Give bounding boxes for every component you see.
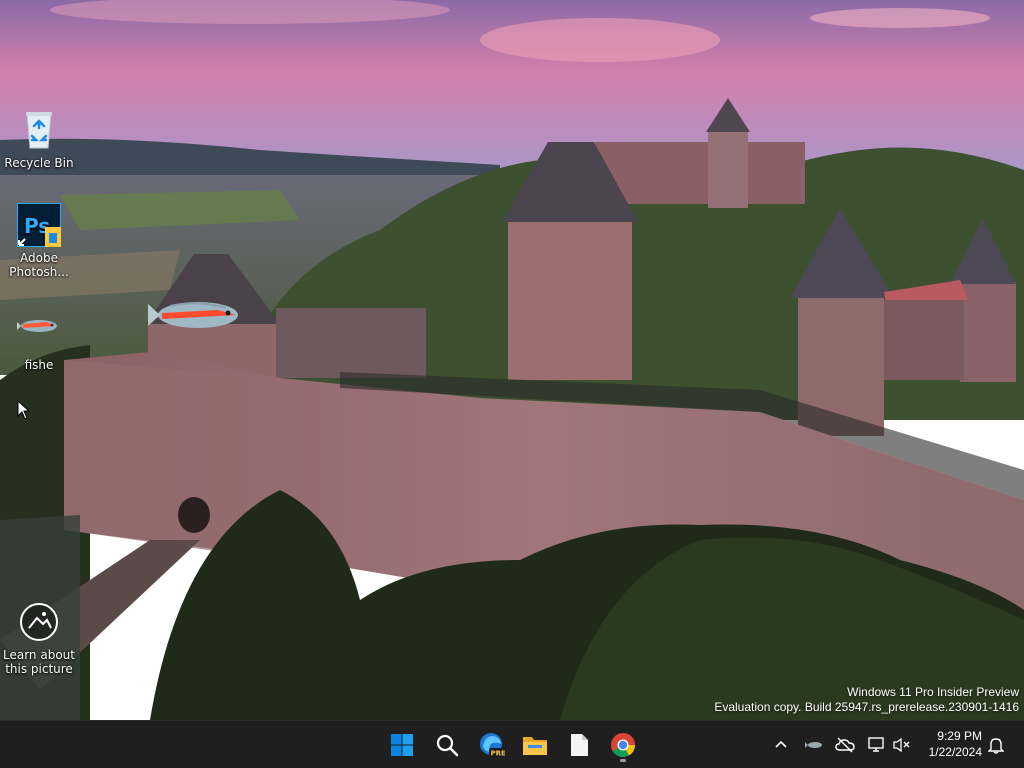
tray-onedrive-button[interactable] <box>833 733 857 757</box>
file-explorer-icon <box>523 737 547 755</box>
bell-icon <box>988 738 1004 754</box>
recycle-bin-icon <box>17 108 61 152</box>
show-hidden-icons-button[interactable] <box>769 733 793 757</box>
tray-volume-button[interactable] <box>890 733 914 757</box>
watermark-build: Evaluation copy. Build 25947.rs_prerelea… <box>714 700 1019 714</box>
notepad-icon <box>571 734 588 756</box>
desktop-icon-learn-about-picture[interactable]: Learn about this picture <box>1 600 77 676</box>
camera-info-icon <box>17 600 61 644</box>
chevron-up-icon <box>775 740 787 748</box>
desktop-icon-recycle-bin[interactable]: Recycle Bin <box>1 108 77 170</box>
start-button[interactable] <box>384 727 420 763</box>
notepad-button[interactable] <box>561 727 597 763</box>
edge-preview-icon: PRE <box>480 733 506 758</box>
start-icon <box>391 734 413 756</box>
chrome-icon <box>611 733 635 758</box>
windows-evaluation-watermark: Windows 11 Pro Insider Preview Evaluatio… <box>714 685 1019 715</box>
taskbar-clock[interactable]: 9:29 PM 1/22/2024 <box>929 728 982 760</box>
desktop-fish-pet[interactable] <box>148 296 242 334</box>
clock-time: 9:29 PM <box>937 729 982 743</box>
desktop-icon-adobe-photoshop[interactable]: Ps Adobe Photosh... <box>1 202 77 279</box>
fish-icon <box>805 742 822 748</box>
desktop-icon-fishe[interactable]: fishe <box>1 310 77 372</box>
desktop-icon-label: fishe <box>24 358 54 372</box>
cloud-offline-icon <box>835 737 855 753</box>
svg-text:PRE: PRE <box>491 750 506 758</box>
mouse-cursor-icon <box>17 399 31 420</box>
search-button[interactable] <box>429 727 465 763</box>
watermark-edition: Windows 11 Pro Insider Preview <box>847 685 1019 699</box>
desktop-icon-label: Learn about this picture <box>3 648 75 676</box>
search-icon <box>436 734 459 757</box>
volume-muted-icon <box>893 737 910 753</box>
desktop-icon-label: Adobe Photosh... <box>9 251 69 279</box>
chrome-button[interactable] <box>605 727 641 763</box>
fish-icon <box>15 310 61 354</box>
tray-fish-button[interactable] <box>802 733 826 757</box>
edge-preview-button[interactable]: PRE <box>474 727 510 763</box>
taskbar: PRE 9:29 PM 1/22/2024 <box>0 720 1024 768</box>
photoshop-icon: Ps <box>16 202 62 248</box>
notifications-button[interactable] <box>984 733 1008 757</box>
tray-network-button[interactable] <box>865 733 889 757</box>
file-explorer-button[interactable] <box>517 727 553 763</box>
desktop-icon-label: Recycle Bin <box>4 156 74 170</box>
network-icon <box>868 737 884 752</box>
desktop-wallpaper <box>0 0 1024 720</box>
clock-date: 1/22/2024 <box>928 745 982 759</box>
